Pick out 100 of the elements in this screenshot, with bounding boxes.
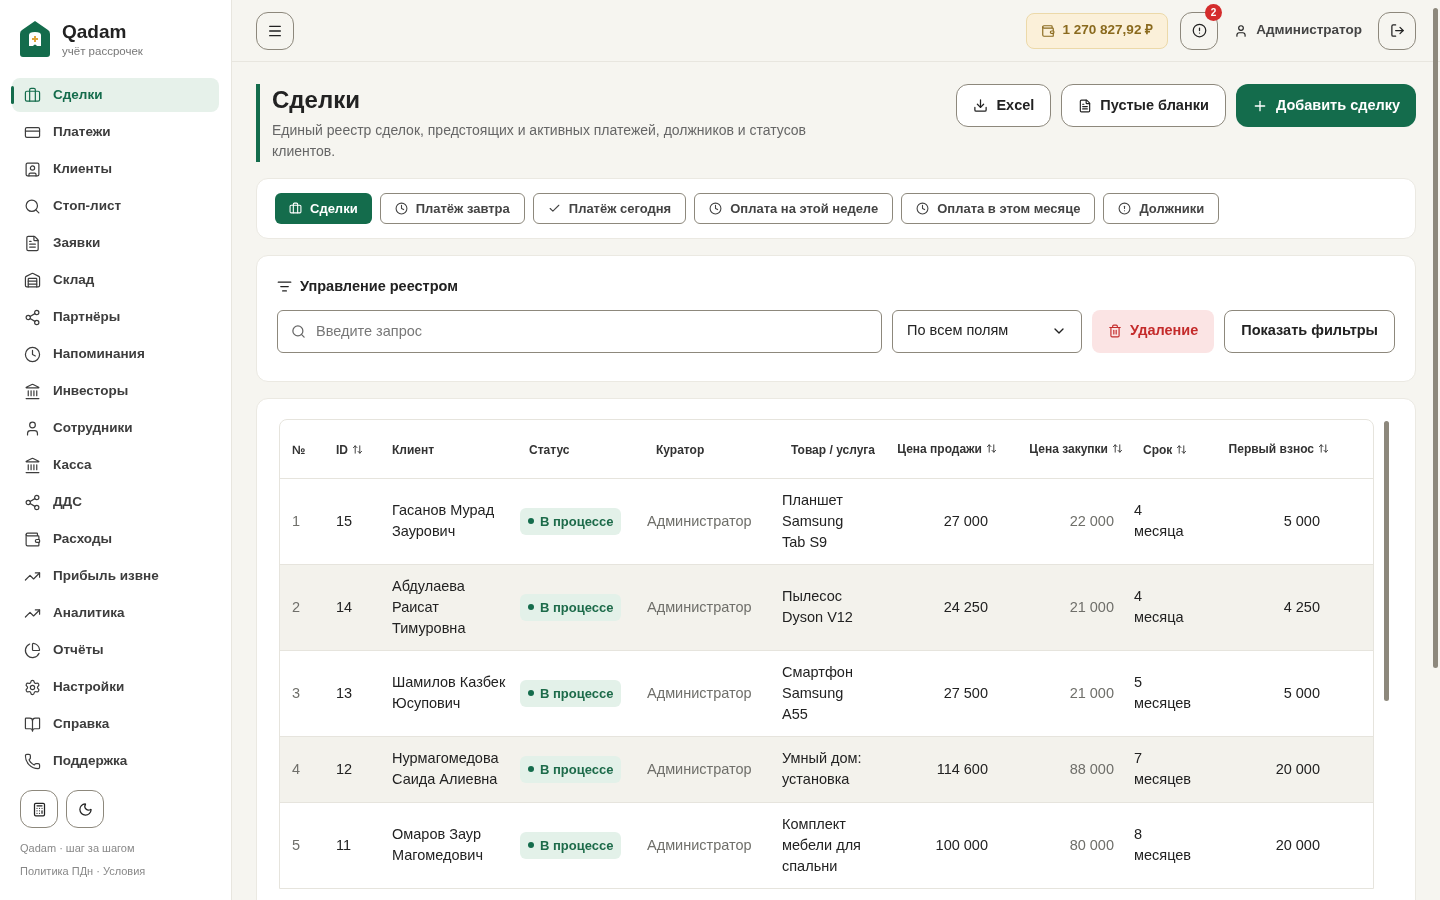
delete-button[interactable]: Удаление (1092, 309, 1215, 353)
table-cell-text: 27 500 (942, 683, 988, 703)
settings-icon (24, 678, 41, 696)
filter-chip[interactable]: Платёж завтра (379, 193, 525, 224)
table-cell-text: Умный дом: установка (782, 749, 863, 790)
sidebar-item[interactable]: Склад (12, 263, 219, 298)
sidebar-item[interactable]: Платежи (12, 115, 219, 150)
sidebar-item[interactable]: Заявки (12, 226, 219, 261)
sidebar-item[interactable]: Прибыль извне (12, 559, 219, 594)
document-icon (24, 234, 41, 252)
table-row[interactable]: 2 14 Абдулаева Раисат Тимуровна В процессе Администратор Пылесос Dyson V12 24 250 21 000 4 месяца 4 250 (280, 563, 1373, 650)
share-icon (24, 308, 41, 326)
table-cell-text: 2 (292, 597, 302, 617)
check-icon (547, 202, 561, 215)
briefcase-icon (24, 86, 41, 104)
theme-button[interactable] (66, 790, 104, 829)
table-cell-text: 8 месяцев (1134, 825, 1192, 866)
sort-icon (352, 444, 363, 456)
table-cell-text: 27 000 (942, 511, 988, 531)
column-header[interactable]: Первый взнос (1228, 439, 1329, 458)
search-icon (24, 197, 41, 215)
table-cell-text: Гасанов Мурад Заурович (392, 501, 496, 542)
calculator-button[interactable] (20, 790, 58, 829)
table-cell-text: 1 (292, 511, 302, 531)
table-cell-text: 13 (336, 683, 354, 703)
user-icon (1234, 23, 1249, 38)
sidebar-item[interactable]: Стоп-лист (12, 189, 219, 224)
clock-icon (709, 202, 723, 215)
balance-amount: 1 270 827,92 ₽ (1062, 21, 1154, 40)
wallet-icon (24, 530, 41, 548)
table-cell-text: 24 250 (942, 597, 988, 617)
table-row[interactable]: 4 12 Нурмагомедова Саида Алиевна В процессе Администратор Умный дом: установка 114 600 88 000 7 месяцев 20 000 (280, 735, 1373, 802)
sidebar-item[interactable]: Клиенты (12, 152, 219, 187)
user-name: Администратор (1256, 21, 1362, 40)
bank-icon (24, 456, 41, 474)
contact-icon (24, 160, 41, 178)
sidebar-item[interactable]: Сотрудники (12, 411, 219, 446)
pie-chart-icon (24, 641, 41, 659)
sidebar-item[interactable]: Настройки (12, 670, 219, 705)
menu-button[interactable] (256, 11, 294, 50)
table-cell-text: 4 месяца (1134, 587, 1185, 628)
sidebar-item[interactable]: ДДС (12, 485, 219, 520)
filter-chip[interactable]: Сделки (275, 193, 372, 224)
sidebar-item[interactable]: Напоминания (12, 337, 219, 372)
user-icon (24, 419, 41, 437)
phone-icon (24, 752, 41, 770)
table-cell-text: 11 (336, 835, 353, 855)
table-cell-text: Нурмагомедова Саида Алиевна (392, 749, 500, 790)
sort-icon (1176, 444, 1188, 456)
filter-chip[interactable]: Платёж сегодня (532, 193, 687, 224)
search-field[interactable]: Введите запрос (277, 309, 883, 353)
table-cell-text: 7 месяцев (1134, 749, 1192, 790)
table-cell-text: 80 000 (1068, 835, 1114, 855)
trash-icon (1108, 324, 1123, 339)
column-header[interactable]: Цена продажи (897, 439, 997, 458)
blank-forms-button[interactable]: Пустые бланки (1061, 84, 1226, 127)
sidebar-item[interactable]: Партнёры (12, 300, 219, 335)
table-cell-text: Администратор (647, 683, 753, 703)
sidebar-item[interactable]: Справка (12, 707, 219, 742)
scope-dropdown[interactable]: По всем полям (892, 309, 1083, 353)
bank-icon (24, 382, 41, 400)
status-badge: В процессе (520, 679, 622, 708)
clock-icon (24, 345, 41, 363)
brand-tagline: учёт рассрочек (62, 43, 143, 59)
column-header[interactable]: Цена закупки (1029, 439, 1123, 458)
share-icon (24, 493, 41, 511)
moon-icon (77, 801, 93, 817)
column-header[interactable]: ID (336, 440, 363, 459)
sidebar-item[interactable]: Расходы (12, 522, 219, 557)
show-filters-button[interactable]: Показать фильтры (1224, 309, 1395, 353)
logo-icon (20, 21, 50, 58)
table-cell-text: 12 (336, 759, 354, 779)
add-deal-button[interactable]: Добавить сделку (1235, 84, 1416, 127)
table-cell-text: 4 месяца (1134, 501, 1185, 542)
page-title: Сделки (272, 85, 361, 115)
table-cell-text: Администратор (647, 597, 753, 617)
column-header: № (292, 441, 306, 459)
registry-title: Управление реестром (300, 277, 458, 296)
table-cell-text: 5 000 (1282, 511, 1320, 531)
table-cell-text: 20 000 (1274, 835, 1320, 855)
table-cell-text: Планшет Samsung Tab S9 (782, 490, 845, 552)
filter-chip[interactable]: Оплата на этой неделе (694, 193, 894, 224)
sidebar-item[interactable]: Инвесторы (12, 374, 219, 409)
logout-button[interactable] (1378, 11, 1416, 50)
page-scrollbar[interactable] (1433, 8, 1438, 668)
table-cell-text: 15 (336, 511, 354, 531)
sidebar-item[interactable]: Аналитика (12, 596, 219, 631)
table-cell-text: 5 000 (1282, 683, 1320, 703)
filter-chip[interactable]: Должники (1103, 193, 1220, 224)
status-badge: В процессе (520, 593, 622, 622)
sort-icon (1318, 443, 1329, 455)
excel-button[interactable]: Excel (956, 84, 1052, 127)
wallet-icon (1040, 23, 1055, 38)
column-header[interactable]: Срок (1143, 440, 1188, 459)
sidebar-item[interactable]: Поддержка (12, 744, 219, 779)
table-scrollbar[interactable] (1384, 420, 1389, 701)
sidebar-item[interactable]: Отчёты (12, 633, 219, 668)
sidebar-item[interactable]: Сделки (12, 78, 219, 113)
sidebar-item[interactable]: Касса (12, 448, 219, 483)
filter-chip[interactable]: Оплата в этом месяце (901, 193, 1096, 224)
